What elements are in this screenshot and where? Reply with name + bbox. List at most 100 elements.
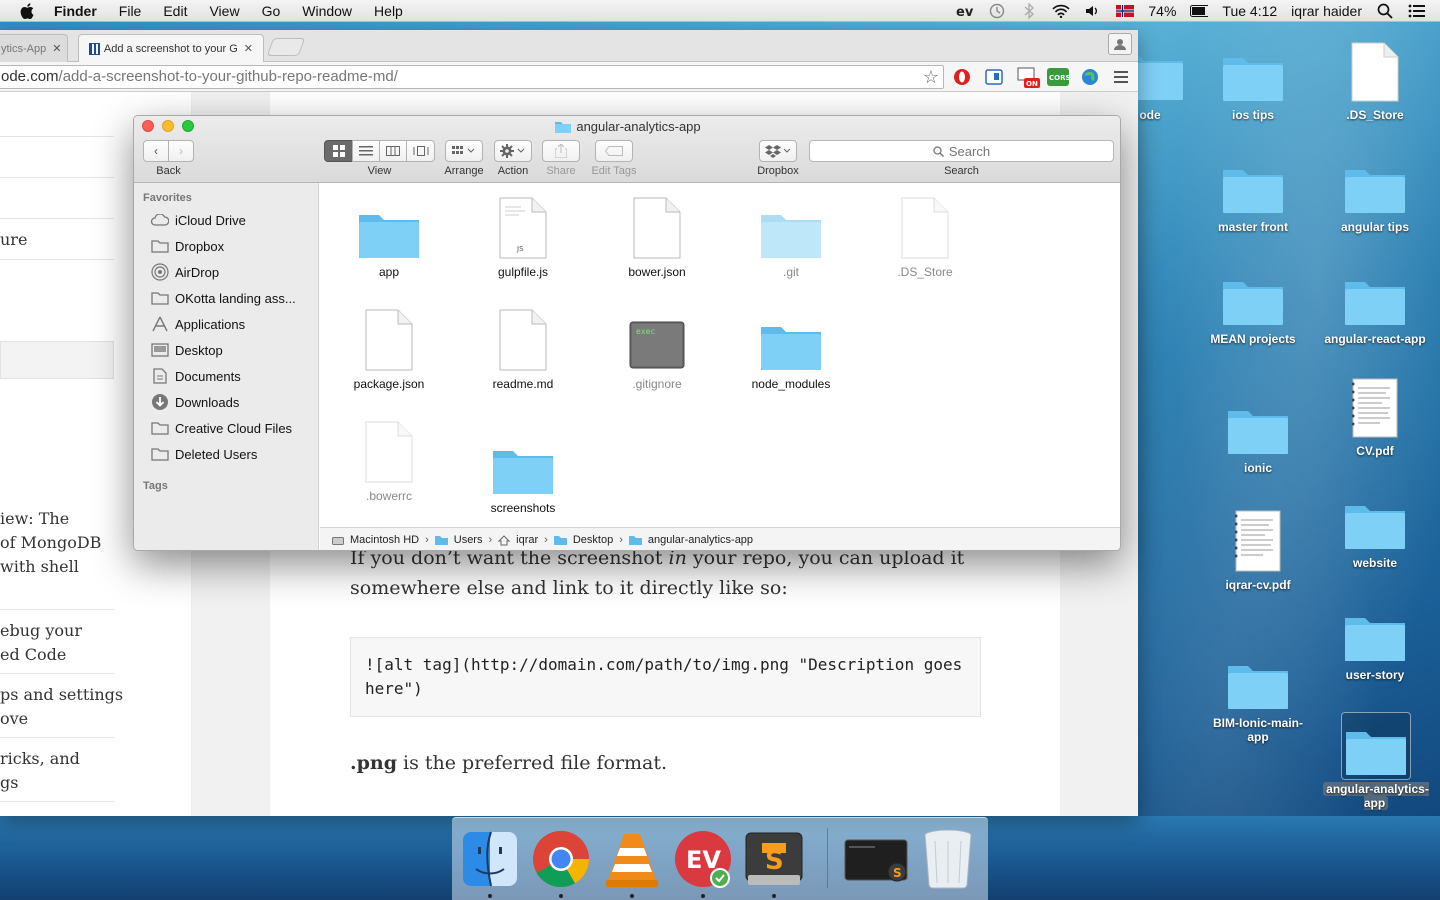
wifi-icon[interactable]: [1052, 3, 1070, 19]
desktop-icon-angular-react-app[interactable]: angular-react-app: [1315, 264, 1435, 346]
battery-icon[interactable]: [1190, 3, 1209, 19]
tab-close-icon[interactable]: ✕: [244, 42, 253, 55]
cover-flow-button[interactable]: [406, 140, 435, 162]
desktop-icon-ds-store[interactable]: .DS_Store: [1315, 40, 1435, 122]
file-item-gulpfile-js[interactable]: JS gulpfile.js: [456, 195, 590, 279]
sidebar-link[interactable]: iew: The: [0, 507, 69, 531]
menu-edit[interactable]: Edit: [163, 3, 187, 19]
battery-percent[interactable]: 74%: [1148, 3, 1176, 19]
desktop-icon-bim-ionic-main-app[interactable]: BIM-Ionic-main-app: [1198, 648, 1318, 744]
file-item-readme-md[interactable]: readme.md: [456, 307, 590, 391]
sidebar-link[interactable]: ed Code: [0, 643, 66, 667]
menu-view[interactable]: View: [209, 3, 239, 19]
new-tab-button[interactable]: [266, 38, 306, 56]
desktop-icon-iqrar-cv-pdf[interactable]: iqrar-cv.pdf: [1198, 510, 1318, 592]
sidebar-link[interactable]: ebug your: [0, 619, 82, 643]
back-button[interactable]: ‹: [143, 140, 169, 162]
desktop-icon-user-story[interactable]: user-story: [1315, 600, 1435, 682]
desktop-icon-angular-analytics-app[interactable]: angular-analytics-app: [1316, 714, 1436, 810]
file-item-screenshots[interactable]: screenshots: [456, 431, 590, 515]
sidebar-item-documents[interactable]: Documents: [151, 366, 241, 386]
path-segment[interactable]: angular-analytics-app: [648, 534, 753, 546]
dock-minimized-window[interactable]: S: [842, 828, 912, 890]
file-item-app[interactable]: app: [322, 195, 456, 279]
sidebar-item-icloud-drive[interactable]: iCloud Drive: [151, 210, 246, 230]
file-item-bower-json[interactable]: bower.json: [590, 195, 724, 279]
browser-tab-screenshot[interactable]: Add a screenshot to your G ✕: [78, 34, 264, 62]
volume-icon[interactable]: [1084, 3, 1102, 19]
file-item-git[interactable]: .git: [724, 195, 858, 279]
tampermonkey-extension-icon[interactable]: ON: [1015, 66, 1041, 88]
menu-app-name[interactable]: Finder: [54, 3, 97, 19]
input-source-flag-icon[interactable]: [1116, 3, 1135, 19]
sidebar-item-applications[interactable]: Applications: [151, 314, 245, 334]
translate-extension-icon[interactable]: [983, 66, 1005, 88]
menu-window[interactable]: Window: [302, 3, 352, 19]
column-view-button[interactable]: [379, 140, 407, 162]
cors-extension-icon[interactable]: CORS: [1047, 66, 1069, 88]
sidebar-link[interactable]: ps and settings: [0, 683, 123, 707]
share-button[interactable]: [542, 140, 580, 162]
arrange-button[interactable]: [445, 140, 483, 162]
sidebar-item-airdrop[interactable]: AirDrop: [151, 262, 219, 282]
sidebar-link[interactable]: gs: [0, 771, 18, 795]
expressvpn-menu-icon[interactable]: ev: [956, 3, 974, 19]
edit-tags-button[interactable]: [595, 140, 633, 162]
browser-tab-analytics[interactable]: ytics-App ✕: [0, 34, 68, 62]
file-item-package-json[interactable]: package.json: [322, 307, 456, 391]
browser-menu-icon[interactable]: [1110, 66, 1132, 88]
file-item-ds-store[interactable]: .DS_Store: [858, 195, 992, 279]
finder-search-field[interactable]: Search: [809, 140, 1114, 162]
path-segment[interactable]: Desktop: [573, 534, 613, 546]
sidebar-item-dropbox[interactable]: Dropbox: [151, 236, 224, 256]
path-segment[interactable]: iqrar: [516, 534, 538, 546]
sidebar-item-downloads[interactable]: Downloads: [151, 392, 239, 412]
menu-go[interactable]: Go: [262, 3, 281, 19]
desktop-icon-angular-tips[interactable]: angular tips: [1315, 152, 1435, 234]
notification-center-icon[interactable]: [1408, 3, 1426, 19]
desktop-icon-cv-pdf[interactable]: CV.pdf: [1315, 376, 1435, 458]
time-machine-icon[interactable]: [988, 3, 1006, 19]
dock-sublime-text[interactable]: S: [744, 828, 804, 898]
sidebar-item-deleted-users[interactable]: Deleted Users: [151, 444, 257, 464]
sidebar-link[interactable]: of MongoDB: [0, 531, 101, 555]
tab-close-icon[interactable]: ✕: [52, 42, 61, 55]
dock-finder[interactable]: [460, 828, 520, 898]
dock-trash[interactable]: [918, 828, 978, 890]
icon-view-button[interactable]: [324, 140, 353, 162]
path-segment[interactable]: Macintosh HD: [350, 534, 419, 546]
sidebar-link[interactable]: with shell: [0, 555, 79, 579]
dock-vlc[interactable]: [602, 828, 662, 898]
dropbox-button[interactable]: [759, 140, 797, 162]
forward-button[interactable]: ›: [168, 140, 194, 162]
desktop-icon-ionic[interactable]: ionic: [1198, 393, 1318, 475]
bookmark-star-icon[interactable]: ☆: [923, 66, 939, 88]
action-button[interactable]: [494, 140, 532, 162]
path-segment[interactable]: Users: [454, 534, 483, 546]
sidebar-link[interactable]: ure: [0, 228, 27, 252]
profile-button[interactable]: [1108, 33, 1132, 55]
sidebar-link[interactable]: ove: [0, 707, 28, 731]
desktop-icon-mean-projects[interactable]: MEAN projects: [1193, 264, 1313, 346]
desktop-icon-master-front[interactable]: master front: [1193, 152, 1313, 234]
menu-help[interactable]: Help: [374, 3, 403, 19]
sidebar-search-box[interactable]: [0, 341, 114, 379]
address-bar[interactable]: ode.com/add-a-screenshot-to-your-github-…: [0, 65, 944, 89]
desktop-icon-website[interactable]: website: [1315, 488, 1435, 570]
dock-expressvpn[interactable]: EV: [673, 828, 733, 898]
menu-user[interactable]: iqrar haider: [1291, 3, 1362, 19]
file-item-node-modules[interactable]: node_modules: [724, 307, 858, 391]
sidebar-item-desktop[interactable]: Desktop: [151, 340, 223, 360]
apple-menu-icon[interactable]: [20, 2, 36, 19]
menu-clock[interactable]: Tue 4:12: [1222, 3, 1277, 19]
menu-file[interactable]: File: [119, 3, 142, 19]
dock-chrome[interactable]: [531, 828, 591, 898]
sidebar-item-okotta[interactable]: OKotta landing ass...: [151, 288, 296, 308]
bluetooth-icon[interactable]: [1020, 2, 1038, 19]
spotlight-search-icon[interactable]: [1376, 3, 1394, 19]
file-item-gitignore[interactable]: exec .gitignore: [590, 307, 724, 391]
list-view-button[interactable]: [352, 140, 380, 162]
desktop-icon-ios-tips[interactable]: ios tips: [1193, 40, 1313, 122]
sidebar-item-creative-cloud-files[interactable]: Creative Cloud Files: [151, 418, 292, 438]
opera-extension-icon[interactable]: [951, 66, 973, 88]
